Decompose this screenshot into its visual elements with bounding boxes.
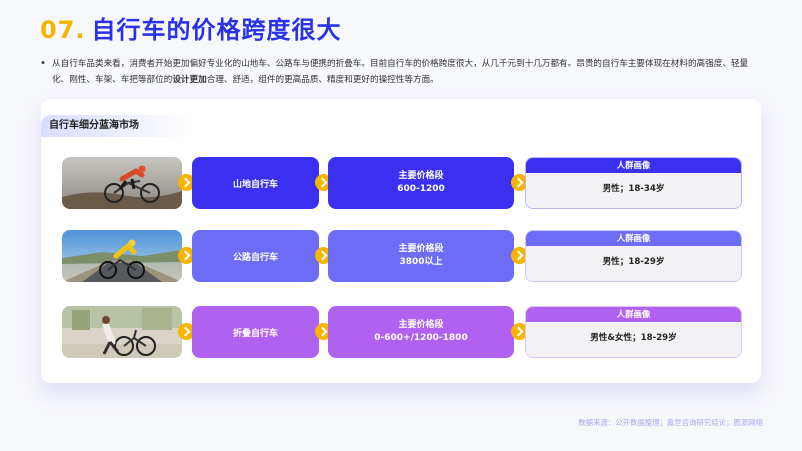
road-cyclist-photo: [62, 230, 182, 282]
type-box: 公路自行车: [192, 230, 319, 282]
price-value: 0-600+/1200-1800: [374, 333, 468, 343]
row-folding: 折叠自行车 主要价格段 0-600+/1200-1800 人群画像 男性&女性；…: [41, 306, 761, 358]
price-value: 3800以上: [399, 257, 443, 267]
mountain-biker-photo: [62, 157, 182, 209]
price-label: 主要价格段: [398, 244, 444, 254]
type-box: 折叠自行车: [192, 306, 319, 358]
persona-label: 人群画像: [526, 231, 741, 246]
type-box: 山地自行车: [192, 157, 319, 209]
card-tag: 自行车细分蓝海市场: [41, 115, 191, 137]
row-mountain: 山地自行车 主要价格段 600-1200 人群画像 男性；18-34岁: [41, 157, 761, 209]
price-box: 主要价格段 600-1200: [328, 157, 514, 209]
bullet-icon: •: [40, 58, 46, 69]
persona-box: 人群画像 男性；18-29岁: [525, 230, 742, 282]
folding-bike-photo: [62, 306, 182, 358]
market-card: 自行车细分蓝海市场 山地自行车 主要价格段 600-1200 人群画像 男性；1…: [41, 99, 761, 383]
bike-type-label: 折叠自行车: [232, 328, 278, 339]
price-box: 主要价格段 3800以上: [328, 230, 514, 282]
persona-value: 男性&女性；18-29岁: [526, 322, 741, 357]
source-footnote: 数据来源：公开数据整理；嘉世咨询研究结论；图源网络: [578, 418, 763, 427]
intro-text-end: 合理、舒适，组件的更高品质、精度和更好的操控性等方面。: [206, 75, 439, 85]
persona-label: 人群画像: [526, 307, 741, 322]
row-road: 公路自行车 主要价格段 3800以上 人群画像 男性；18-29岁: [41, 230, 761, 282]
section-number: 07.: [40, 16, 86, 44]
persona-box: 人群画像 男性&女性；18-29岁: [525, 306, 742, 358]
page-title: 07. 自行车的价格跨度很大: [40, 10, 342, 45]
persona-value: 男性；18-29岁: [526, 246, 741, 281]
price-label: 主要价格段: [398, 171, 444, 181]
bike-type-label: 山地自行车: [232, 179, 278, 190]
bike-type-label: 公路自行车: [232, 252, 278, 263]
persona-label: 人群画像: [526, 158, 741, 173]
title-text: 自行车的价格跨度很大: [91, 16, 342, 44]
persona-value: 男性；18-34岁: [526, 173, 741, 208]
price-label: 主要价格段: [398, 320, 444, 330]
persona-box: 人群画像 男性；18-34岁: [525, 157, 742, 209]
intro-paragraph: • 从自行车品类来看，消费者开始更加偏好专业化的山地车、公路车与便携的折叠车。目…: [40, 56, 764, 88]
price-value: 600-1200: [397, 184, 445, 194]
intro-bold-text: 设计更加: [172, 75, 207, 85]
price-box: 主要价格段 0-600+/1200-1800: [328, 306, 514, 358]
